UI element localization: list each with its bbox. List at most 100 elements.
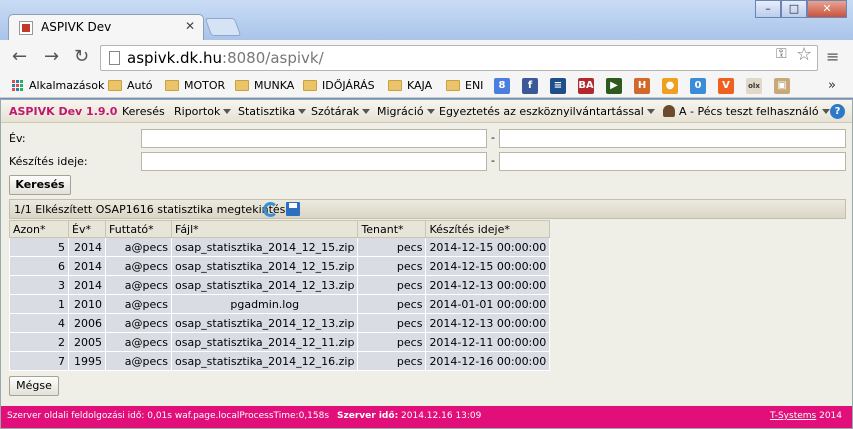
table-row[interactable]: 5 2014 a@pecs osap_statisztika_2014_12_15.z…: [9, 237, 551, 257]
cancel-button[interactable]: Mégse: [9, 376, 59, 396]
results-panel-header: 1/1 Elkészített OSAP1616 statisztika meg…: [9, 199, 846, 219]
year-from-input[interactable]: [141, 129, 487, 148]
browser-tab[interactable]: ASPIVK Dev ✕: [8, 14, 204, 40]
bookmark-apps[interactable]: Alkalmazások: [12, 79, 104, 92]
new-tab-button[interactable]: [204, 18, 242, 36]
column-header-keszites[interactable]: Készítés ideje*: [425, 220, 551, 238]
forward-icon[interactable]: →: [44, 48, 59, 66]
cell-futtato: a@pecs: [105, 294, 172, 314]
cell-tenant: pecs: [357, 237, 427, 257]
cell-tenant: pecs: [357, 275, 427, 295]
folder-icon: [446, 80, 460, 91]
table-row[interactable]: 4 2006 a@pecs osap_statisztika_2014_12_13.z…: [9, 313, 551, 333]
bookmark-folder-eni[interactable]: ENI: [446, 79, 483, 92]
processing-time: Szerver oldali feldolgozási idő: 0,01s w…: [7, 411, 330, 421]
year-label: Év:: [9, 132, 26, 145]
browser-menu-icon[interactable]: ≡: [826, 47, 839, 66]
bookmarks-overflow-icon[interactable]: »: [828, 78, 836, 93]
cell-futtato: a@pecs: [105, 237, 172, 257]
bookmark-folder-munka[interactable]: MUNKA: [235, 79, 294, 92]
facebook-icon[interactable]: f: [522, 78, 538, 94]
company-link[interactable]: T-Systems: [770, 411, 816, 421]
results-table: Azon* Év* Futtató* Fájl* Tenant* Készíté…: [9, 220, 551, 371]
zero-icon[interactable]: 0: [690, 78, 706, 94]
chevron-down-icon: [426, 109, 435, 114]
folder-icon: [108, 80, 122, 91]
address-bar[interactable]: aspivk.dk.hu:8080/aspivk/: [100, 45, 818, 71]
circle-icon[interactable]: ●: [662, 78, 678, 94]
menu-item-statisztika[interactable]: Statisztika: [238, 105, 307, 118]
cell-keszites: 2014-12-15 00:00:00: [425, 256, 551, 276]
v-icon[interactable]: V: [718, 78, 734, 94]
column-header-ev[interactable]: Év*: [68, 220, 106, 238]
folder-icon: [388, 80, 402, 91]
back-icon[interactable]: ←: [12, 48, 27, 66]
refresh-icon[interactable]: [263, 202, 278, 217]
cell-fajl: osap_statisztika_2014_12_11.zip: [170, 332, 359, 352]
cell-tenant: pecs: [357, 294, 427, 314]
app-container: ASPIVK Dev 1.9.0 Keresés Riportok Statis…: [0, 99, 853, 429]
bookmark-star-icon[interactable]: ☆: [796, 44, 812, 65]
column-header-tenant[interactable]: Tenant*: [357, 220, 427, 238]
table-row[interactable]: 2 2005 a@pecs osap_statisztika_2014_12_11.z…: [9, 332, 551, 352]
cell-keszites: 2014-12-11 00:00:00: [425, 332, 551, 352]
menu-item-kereses[interactable]: Keresés: [122, 105, 165, 118]
reload-icon[interactable]: ↻: [74, 48, 89, 66]
minimize-button[interactable]: –: [755, 0, 781, 18]
cell-azon: 3: [9, 275, 69, 295]
table-row[interactable]: 1 2010 a@pecs pgadmin.log pecs 2014-01-01 00:…: [9, 294, 551, 314]
google-icon[interactable]: 8: [494, 78, 510, 94]
bookmark-folder-motor[interactable]: MOTOR: [165, 79, 225, 92]
play-icon[interactable]: ▶: [606, 78, 622, 94]
close-window-button[interactable]: ✕: [807, 0, 847, 18]
app-menubar: ASPIVK Dev 1.9.0 Keresés Riportok Statis…: [1, 100, 852, 123]
created-to-input[interactable]: [499, 152, 846, 171]
cell-ev: 2005: [68, 332, 106, 352]
cell-keszites: 2014-12-13 00:00:00: [425, 313, 551, 333]
app-brand: ASPIVK Dev 1.9.0: [9, 105, 118, 118]
column-header-fajl[interactable]: Fájl*: [170, 220, 359, 238]
user-menu[interactable]: A - Pécs teszt felhasználó: [663, 105, 830, 118]
column-header-futtato[interactable]: Futtató*: [105, 220, 172, 238]
menu-item-riportok[interactable]: Riportok: [174, 105, 232, 118]
chevron-down-icon: [362, 109, 371, 114]
table-row[interactable]: 3 2014 a@pecs osap_statisztika_2014_12_13.z…: [9, 275, 551, 295]
cell-tenant: pecs: [357, 351, 427, 371]
search-button[interactable]: Keresés: [9, 175, 71, 195]
cell-ev: 2014: [68, 256, 106, 276]
chevron-down-icon: [646, 109, 655, 114]
tab-close-icon[interactable]: ✕: [185, 19, 195, 33]
menu-label: Keresés: [122, 105, 165, 118]
ba-icon[interactable]: BA: [578, 78, 594, 94]
table-row[interactable]: 7 1995 a@pecs osap_statisztika_2014_12_16.z…: [9, 351, 551, 371]
cell-keszites: 2014-12-16 00:00:00: [425, 351, 551, 371]
bookmark-folder-auto[interactable]: Autó: [108, 79, 153, 92]
olx-icon[interactable]: olx: [746, 78, 762, 94]
cell-azon: 1: [9, 294, 69, 314]
bookmark-folder-kaja[interactable]: KAJA: [388, 79, 432, 92]
window-controls: – □ ✕: [755, 0, 847, 18]
h-icon[interactable]: H: [634, 78, 650, 94]
box-icon[interactable]: ▣: [774, 78, 790, 94]
menu-item-migracio[interactable]: Migráció: [377, 105, 435, 118]
chevron-down-icon: [298, 109, 307, 114]
cell-futtato: a@pecs: [105, 313, 172, 333]
created-label: Készítés ideje:: [9, 155, 88, 168]
year-to-input[interactable]: [499, 129, 846, 148]
save-icon[interactable]: [286, 202, 300, 216]
cell-futtato: a@pecs: [105, 351, 172, 371]
cell-futtato: a@pecs: [105, 256, 172, 276]
table-row[interactable]: 6 2014 a@pecs osap_statisztika_2014_12_15.z…: [9, 256, 551, 276]
column-header-azon[interactable]: Azon*: [9, 220, 69, 238]
browser-titlebar: ASPIVK Dev ✕ – □ ✕: [0, 0, 853, 40]
maximize-button[interactable]: □: [781, 0, 807, 18]
bookmark-icon-blue[interactable]: ≡: [550, 78, 566, 94]
key-icon[interactable]: ⚿: [776, 46, 787, 62]
created-from-input[interactable]: [141, 152, 487, 171]
bookmark-folder-idojaras[interactable]: IDŐJÁRÁS: [303, 79, 375, 92]
bookmark-label: Autó: [127, 79, 153, 92]
menu-item-szotarak[interactable]: Szótárak: [311, 105, 371, 118]
cell-azon: 6: [9, 256, 69, 276]
menu-item-egyeztetes[interactable]: Egyeztetés az eszköznyilvántartással: [439, 105, 655, 118]
help-icon[interactable]: ?: [830, 104, 845, 119]
